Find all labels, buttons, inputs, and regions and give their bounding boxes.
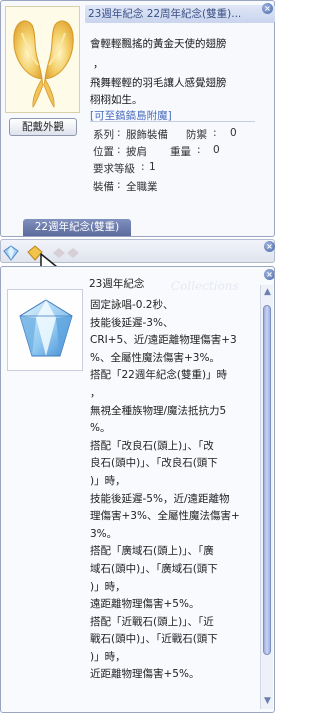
item-info-window: 配戴外觀 23週年紀念 22周年紀念(雙重)... × 會輕輕飄搖的黃金天使的翅… [0, 0, 275, 237]
diamond-gem-icon [19, 299, 73, 357]
scroll-up-icon[interactable]: ▲ [262, 287, 273, 298]
card-line: ， [90, 386, 101, 399]
card-info-window: Collections × 23週年紀念 固定詠唱-0.2秒、 技能後延遲-3%… [0, 266, 275, 713]
item-illustration [5, 6, 80, 113]
vertical-scrollbar[interactable]: ▲ ▼ [260, 285, 273, 709]
card-line: )」時， [90, 650, 126, 663]
stat-job-label: 裝備 [93, 181, 114, 193]
card-line: 近距離物理傷害+5%。 [90, 668, 200, 681]
card-line: )」時， [90, 580, 126, 593]
divider [90, 121, 255, 122]
description-line: ， [93, 58, 104, 70]
description-line: 會輕輕飄搖的黃金天使的翅膀 [90, 38, 227, 50]
stat-weight-label: 重量 [170, 146, 191, 158]
card-line: )」時， [90, 474, 126, 487]
stat-type-value: 服飾裝備 [126, 129, 168, 141]
card-line: 域石(頭中)」、「廣域石(頭下 [90, 562, 218, 575]
empty-slot-icon[interactable] [65, 245, 81, 261]
item-title: 23週年紀念 22周年紀念(雙重)... [85, 5, 275, 23]
card-line: CRI+5、近/遠距離物理傷害+3 [90, 334, 237, 347]
card-title: 23週年紀念 [89, 278, 145, 290]
close-icon[interactable]: × [264, 241, 275, 252]
stat-level-value: 1 [149, 161, 156, 173]
stat-job-value: 全職業 [126, 181, 158, 193]
stat-colon: : [117, 127, 121, 139]
golden-wings-icon [13, 20, 74, 109]
card-line: 搭配「近戰石(頭上)」、「近 [90, 615, 214, 628]
card-line: 搭配「廣域石(頭上)」、「廣 [90, 545, 214, 558]
stat-defense-value: 0 [230, 127, 237, 139]
card-line: 技能後延遲-5%，近/遠距離物 [90, 492, 230, 505]
card-line: 遠距離物理傷害+5%。 [90, 598, 200, 611]
scroll-thumb[interactable] [263, 305, 271, 655]
stat-level-label: 要求等級 [93, 163, 135, 175]
scroll-down-icon[interactable]: ▼ [262, 696, 273, 707]
stat-colon: : [197, 144, 201, 156]
card-line: 理傷害+3%、全屬性魔法傷害+ [90, 510, 240, 523]
stat-position-value: 披肩 [126, 146, 147, 158]
stat-defense-label: 防禦 [186, 129, 207, 141]
card-line: %。 [90, 422, 111, 435]
card-line: 搭配「22週年紀念(雙重)」時 [90, 369, 228, 382]
card-line: 3%。 [90, 527, 118, 540]
close-icon[interactable]: × [264, 269, 274, 280]
card-line: %、全屬性魔法傷害+3%。 [90, 351, 220, 364]
card-description: 固定詠唱-0.2秒、 技能後延遲-3%、 CRI+5、近/遠距離物理傷害+3 %… [90, 297, 258, 684]
description-line: 飛舞輕輕的羽毛讓人感覺翅膀 [90, 77, 227, 89]
close-icon[interactable]: × [262, 3, 273, 14]
watermark-text: Collections [171, 279, 239, 293]
card-line: 搭配「改良石(頭上)」、「改 [90, 439, 214, 452]
stat-colon: : [141, 161, 145, 173]
stat-colon: : [117, 179, 121, 191]
stat-colon: : [117, 144, 121, 156]
diamond-card-slot-icon[interactable] [3, 245, 19, 261]
stat-type-label: 系列 [93, 129, 114, 141]
card-line: 無視全種族物理/魔法抵抗力5 [90, 404, 227, 417]
wear-appearance-button[interactable]: 配戴外觀 [9, 118, 77, 136]
card-line: 良石(頭中)」、「改良石(頭下 [90, 457, 218, 470]
tab-22nd-anniversary[interactable]: 22週年紀念(雙重) [23, 219, 131, 236]
stat-position-label: 位置 [93, 146, 114, 158]
card-line: 技能後延遲-3%、 [90, 316, 174, 329]
description-line: 栩栩如生。 [90, 94, 143, 106]
card-line: 固定詠唱-0.2秒、 [90, 299, 174, 311]
card-line: 戰石(頭中)」、「近戰石(頭下 [90, 633, 218, 646]
stat-weight-value: 0 [213, 144, 220, 156]
stat-colon: : [213, 127, 217, 139]
card-illustration [7, 289, 83, 371]
